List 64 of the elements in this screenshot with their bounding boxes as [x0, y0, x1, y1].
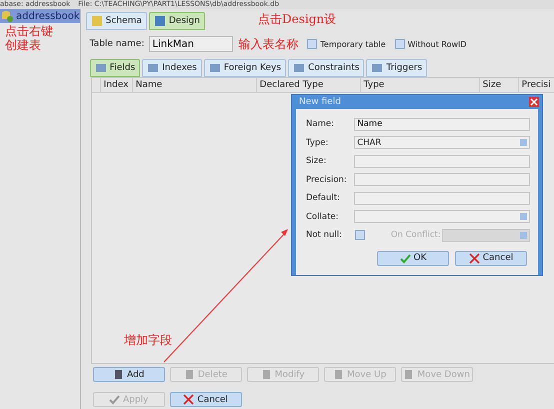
field-label: Not null:	[306, 230, 343, 240]
check-icon	[400, 252, 410, 264]
input-field[interactable]	[354, 154, 530, 168]
button-icon	[333, 369, 344, 380]
input-field[interactable]	[354, 173, 530, 186]
dropdown[interactable]	[354, 210, 530, 224]
dialog-button[interactable]: Cancel	[455, 250, 527, 266]
checkbox[interactable]	[394, 39, 405, 49]
database-icon	[1, 10, 13, 22]
dialog-button[interactable]: Cancel	[170, 392, 242, 407]
field-label: Size:	[306, 156, 328, 166]
field-label: Precision:	[306, 174, 348, 185]
tab-icon	[94, 62, 107, 74]
column-header[interactable]: Type	[360, 78, 480, 92]
checkbox[interactable]	[307, 39, 318, 49]
column-header[interactable]: Name	[132, 78, 257, 92]
input-field[interactable]	[354, 192, 530, 205]
input-field[interactable]: Name	[354, 118, 530, 131]
close-icon	[183, 394, 194, 405]
field-label: Name:	[306, 119, 335, 130]
dropdown[interactable]	[442, 228, 530, 242]
checkbox[interactable]	[354, 230, 365, 240]
annotation-text: 点击Design设	[258, 11, 336, 28]
annotation-text: 输入表名称	[238, 36, 298, 52]
database-item[interactable]: addressbook	[0, 9, 80, 23]
dialog-title: New field	[299, 97, 341, 107]
tab-icon	[293, 62, 306, 74]
checkbox-label: Temporary table	[320, 40, 386, 48]
annotation-text: 增加字段	[124, 332, 172, 349]
column-header[interactable]: Index	[100, 78, 133, 92]
column-header[interactable]: Size	[480, 78, 519, 92]
tab-icon	[90, 15, 103, 27]
tab-icon	[154, 15, 166, 27]
button-icon	[403, 369, 414, 380]
tab-icon	[147, 62, 160, 74]
field-label: Default:	[306, 193, 341, 204]
field-label: On Conflict:	[390, 230, 442, 240]
annotation-text: 创建表	[5, 38, 42, 52]
dialog-button[interactable]: OK	[377, 250, 449, 266]
close-icon[interactable]	[529, 97, 539, 107]
annotation-text: 点击右键	[5, 24, 53, 38]
close-icon	[468, 252, 480, 264]
column-header[interactable]: Declared Type	[256, 78, 361, 92]
button-icon	[112, 369, 124, 380]
tab[interactable]: Foreign Keys	[204, 59, 286, 77]
tab[interactable]: Constraints	[288, 59, 364, 77]
field-label: Type:	[306, 138, 330, 148]
checkbox-label: Without RowID	[408, 40, 467, 48]
tab-icon	[371, 62, 384, 74]
button-icon	[184, 369, 195, 380]
column-header[interactable]: Precisi	[518, 78, 554, 92]
field-label: Table name:	[90, 39, 144, 49]
check-icon	[108, 394, 120, 405]
toolbar-button[interactable]: Add	[92, 367, 165, 382]
dropdown[interactable]: CHAR	[354, 136, 530, 150]
tab[interactable]: Design	[148, 12, 205, 30]
tab-icon	[208, 62, 221, 74]
tab[interactable]: Indexes	[142, 59, 202, 77]
tab[interactable]: Fields	[90, 59, 140, 77]
tab[interactable]: Triggers	[366, 59, 428, 77]
button-icon	[260, 369, 272, 380]
tab[interactable]: Schema	[86, 12, 147, 30]
table-name-field[interactable]: LinkMan	[149, 36, 234, 52]
field-label: Collate:	[306, 212, 340, 222]
